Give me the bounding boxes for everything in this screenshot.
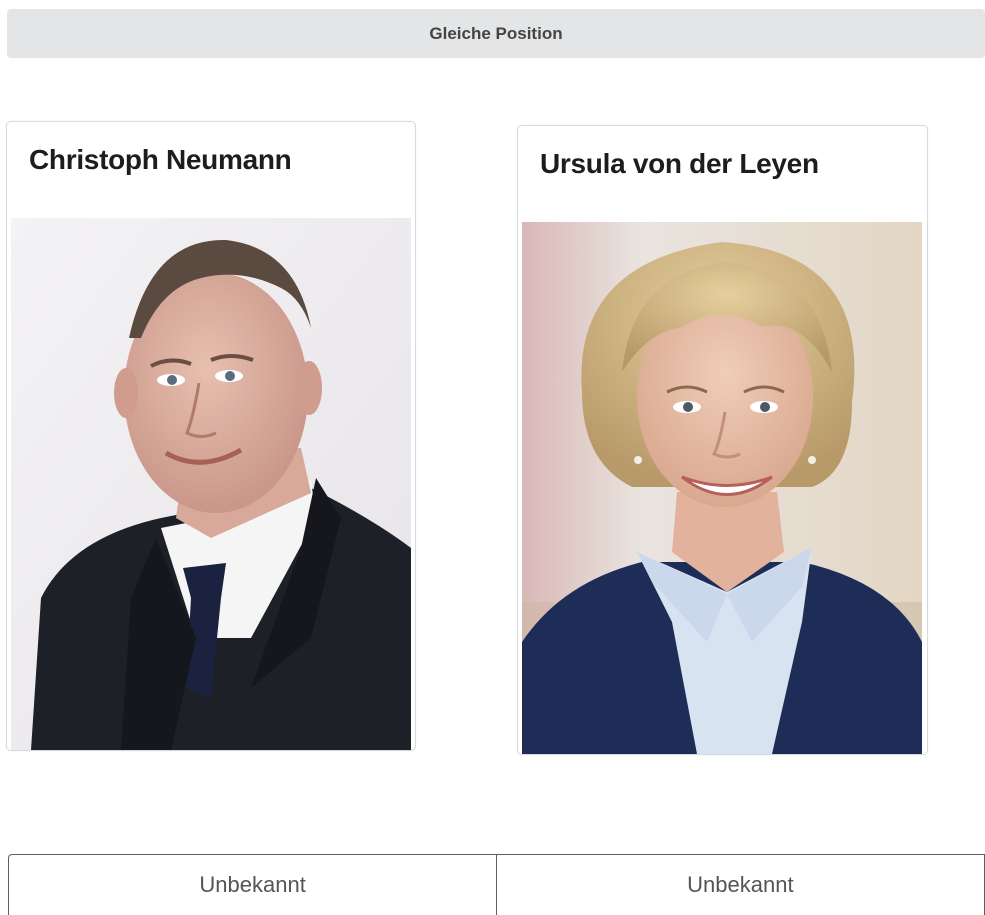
candidate-card-left[interactable]: Christoph Neumann bbox=[6, 121, 416, 751]
same-position-button[interactable]: Gleiche Position bbox=[7, 9, 985, 58]
portrait-woman-photo bbox=[522, 222, 922, 754]
choice-row: Unbekannt Unbekannt bbox=[8, 854, 985, 915]
choice-right-unknown[interactable]: Unbekannt bbox=[495, 854, 985, 915]
candidate-name: Ursula von der Leyen bbox=[540, 148, 819, 179]
candidate-card-right[interactable]: Ursula von der Leyen bbox=[517, 125, 928, 755]
comparison-page: Gleiche Position Christoph Neumann Ursul… bbox=[0, 0, 985, 915]
portrait-man-photo bbox=[11, 218, 411, 750]
choice-left-unknown[interactable]: Unbekannt bbox=[8, 854, 498, 915]
candidate-name: Christoph Neumann bbox=[29, 144, 292, 175]
candidate-photo bbox=[11, 218, 411, 750]
candidate-photo bbox=[522, 222, 922, 754]
